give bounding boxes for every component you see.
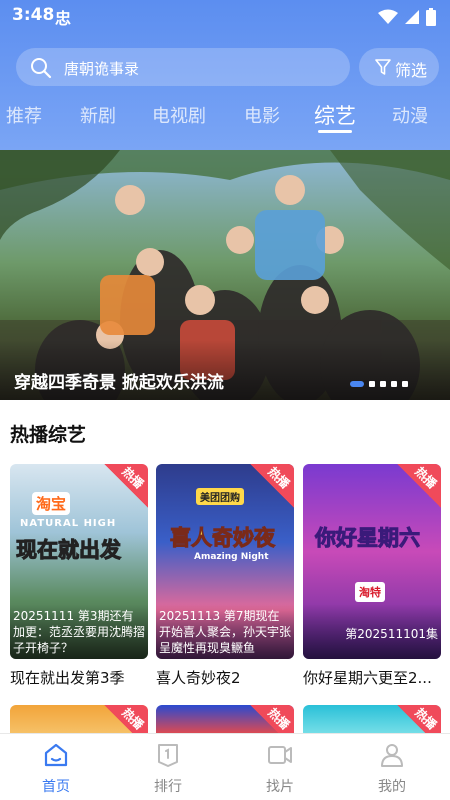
hot-badge: 热播 <box>397 464 441 508</box>
banner-dot <box>380 381 386 387</box>
nav-ranking[interactable]: 排行 <box>112 734 224 800</box>
card-logo-sub: NATURAL HIGH <box>20 518 117 529</box>
search-icon <box>31 58 52 79</box>
card-logo-title: 现在就出发 <box>16 538 122 563</box>
nav-profile-label: 我的 <box>378 779 406 795</box>
hot-badge-label: 热播 <box>412 705 440 733</box>
show-card[interactable]: 淘宝 NATURAL HIGH 现在就出发 20251111 第3期还有加更：范… <box>10 464 148 659</box>
filter-button[interactable]: 筛选 <box>359 48 439 86</box>
category-tabs: 推荐 新剧 电视剧 电影 综艺 动漫 <box>0 98 450 138</box>
hot-badge: 热播 <box>104 705 148 735</box>
banner-dot <box>369 381 375 387</box>
nav-find-video-label: 找片 <box>266 779 294 795</box>
hot-badge-label: 热播 <box>265 464 293 492</box>
card-title[interactable]: 现在就出发第3季 <box>10 667 150 688</box>
wifi-icon <box>378 9 398 24</box>
card-logo-title: 你好星期六 <box>315 526 421 551</box>
show-card-partial[interactable]: 热播 <box>10 705 148 735</box>
video-search-icon <box>268 746 292 764</box>
card-logo-brand: 淘宝 <box>32 492 71 515</box>
card-title[interactable]: 喜人奇妙夜2 <box>156 667 296 688</box>
nav-home[interactable]: 首页 <box>0 734 112 800</box>
show-card-partial[interactable]: 热播 <box>303 705 441 735</box>
card-description: 第202511101集 <box>303 604 441 659</box>
home-icon <box>44 743 68 767</box>
status-bar: 3:48 忠 <box>0 0 450 32</box>
search-input[interactable]: 唐朝诡事录 <box>16 48 350 86</box>
nav-ranking-label: 排行 <box>154 779 182 795</box>
tab-movies[interactable]: 电影 <box>244 102 280 128</box>
tab-anime[interactable]: 动漫 <box>392 102 428 128</box>
filter-icon <box>375 59 391 75</box>
hot-badge: 热播 <box>104 464 148 508</box>
profile-icon <box>381 744 403 767</box>
hero-banner[interactable]: 穿越四季奇景 掀起欢乐洪流 <box>0 150 450 400</box>
hot-badge: 热播 <box>250 705 294 735</box>
hot-badge-label: 热播 <box>119 705 147 733</box>
card-logo-brand: 美团团购 <box>196 488 244 505</box>
tab-new-drama[interactable]: 新剧 <box>80 102 116 128</box>
show-card-partial[interactable]: 热播 <box>156 705 294 735</box>
battery-icon <box>426 8 436 26</box>
card-logo-sub: Amazing Night <box>194 552 269 562</box>
status-app-glyph: 忠 <box>55 9 72 28</box>
card-description: 20251111 第3期还有加更：范丞丞要用沈腾摺子开椅子？ <box>10 604 148 659</box>
nav-profile[interactable]: 我的 <box>336 734 448 800</box>
card-description: 20251113 第7期现在开始喜人聚会，孙天宇张呈魔性再现臭鳜鱼 <box>156 604 294 659</box>
hot-badge-label: 热播 <box>412 464 440 492</box>
banner-dot <box>391 381 397 387</box>
banner-caption: 穿越四季奇景 掀起欢乐洪流 <box>14 373 224 393</box>
search-placeholder: 唐朝诡事录 <box>64 60 140 78</box>
section-title: 热播综艺 <box>10 424 87 446</box>
show-card[interactable]: 美团团购 喜人奇妙夜 Amazing Night 20251113 第7期现在开… <box>156 464 294 659</box>
banner-pagination <box>350 381 408 387</box>
tab-recommended[interactable]: 推荐 <box>6 102 42 128</box>
status-time: 3:48 <box>12 5 55 25</box>
card-logo-brand: 淘特 <box>355 582 385 602</box>
hot-badge: 热播 <box>250 464 294 508</box>
hot-badge-label: 热播 <box>119 464 147 492</box>
hot-badge: 热播 <box>397 705 441 735</box>
tab-tv-series[interactable]: 电视剧 <box>152 102 206 128</box>
nav-find-video[interactable]: 找片 <box>224 734 336 800</box>
active-tab-indicator <box>318 130 352 133</box>
tab-variety[interactable]: 综艺 <box>314 100 356 130</box>
hot-badge-label: 热播 <box>265 705 293 733</box>
filter-label: 筛选 <box>395 61 428 80</box>
card-logo-title: 喜人奇妙夜 <box>170 526 276 551</box>
card-title[interactable]: 你好星期六更至2... <box>303 667 443 688</box>
show-card[interactable]: 你好星期六 淘特 第202511101集 热播 <box>303 464 441 659</box>
banner-dot <box>402 381 408 387</box>
banner-dot-active <box>350 381 364 387</box>
ranking-icon <box>158 744 178 767</box>
status-icons <box>378 8 436 26</box>
bottom-navigation: 首页 排行 找片 我的 <box>0 733 450 800</box>
signal-icon <box>405 10 419 24</box>
nav-home-label: 首页 <box>42 779 70 795</box>
